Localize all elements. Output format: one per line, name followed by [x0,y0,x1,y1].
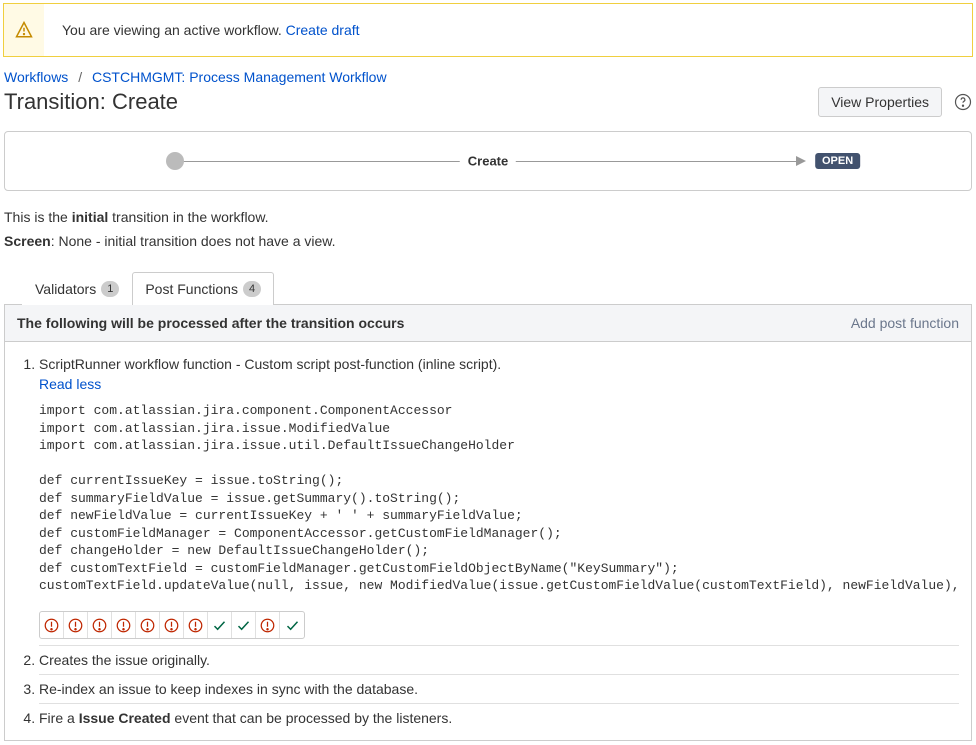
breadcrumb-workflow-name[interactable]: CSTCHMGMT: Process Management Workflow [92,69,387,85]
post-function-1-desc: ScriptRunner workflow function - Custom … [39,356,501,372]
screen-label: Screen [4,233,51,249]
error-icon[interactable] [88,612,112,638]
tab-validators-label: Validators [35,281,96,297]
diagram-transition-label: Create [460,154,516,169]
error-icon[interactable] [64,612,88,638]
script-code: import com.atlassian.jira.component.Comp… [39,402,959,595]
diagram-status-badge: OPEN [815,153,860,169]
post-function-item-3: Re-index an issue to keep indexes in syn… [39,674,959,703]
breadcrumb: Workflows / CSTCHMGMT: Process Managemen… [4,69,972,85]
tab-post-functions-label: Post Functions [145,281,238,297]
check-icon[interactable] [232,612,256,638]
diagram-arrow-icon [796,156,806,166]
error-icon[interactable] [184,612,208,638]
post-function-item-1: ScriptRunner workflow function - Custom … [39,350,959,645]
screen-info: Screen: None - initial transition does n… [4,233,972,249]
transition-diagram: Create OPEN [4,131,972,191]
notice-text: You are viewing an active workflow. [62,22,286,38]
tab-validators-count: 1 [101,281,119,297]
post-function-item-2: Creates the issue originally. [39,645,959,674]
error-icon[interactable] [112,612,136,638]
add-post-function-link[interactable]: Add post function [851,315,959,331]
create-draft-link[interactable]: Create draft [286,22,360,38]
view-properties-button[interactable]: View Properties [818,87,942,117]
page-title: Transition: Create [4,89,178,115]
panel-title: The following will be processed after th… [17,315,404,331]
initial-transition-note: This is the initial transition in the wo… [4,209,972,225]
diagram-start-node [166,152,184,170]
error-icon[interactable] [160,612,184,638]
breadcrumb-workflows[interactable]: Workflows [4,69,68,85]
tab-validators[interactable]: Validators 1 [22,272,132,305]
post-function-item-4: Fire a Issue Created event that can be p… [39,703,959,732]
tab-post-functions-count: 4 [243,281,261,297]
tabs: Validators 1 Post Functions 4 [4,271,972,305]
error-icon[interactable] [136,612,160,638]
help-icon[interactable] [954,93,972,111]
check-icon[interactable] [280,612,304,638]
breadcrumb-sep: / [78,69,82,85]
error-icon[interactable] [256,612,280,638]
warning-icon [4,4,44,56]
tab-post-functions[interactable]: Post Functions 4 [132,272,274,305]
check-icon[interactable] [208,612,232,638]
post-functions-panel: The following will be processed after th… [4,305,972,741]
status-icon-row [39,611,305,639]
read-less-link[interactable]: Read less [39,376,959,392]
error-icon[interactable] [40,612,64,638]
active-workflow-notice: You are viewing an active workflow. Crea… [3,3,973,57]
